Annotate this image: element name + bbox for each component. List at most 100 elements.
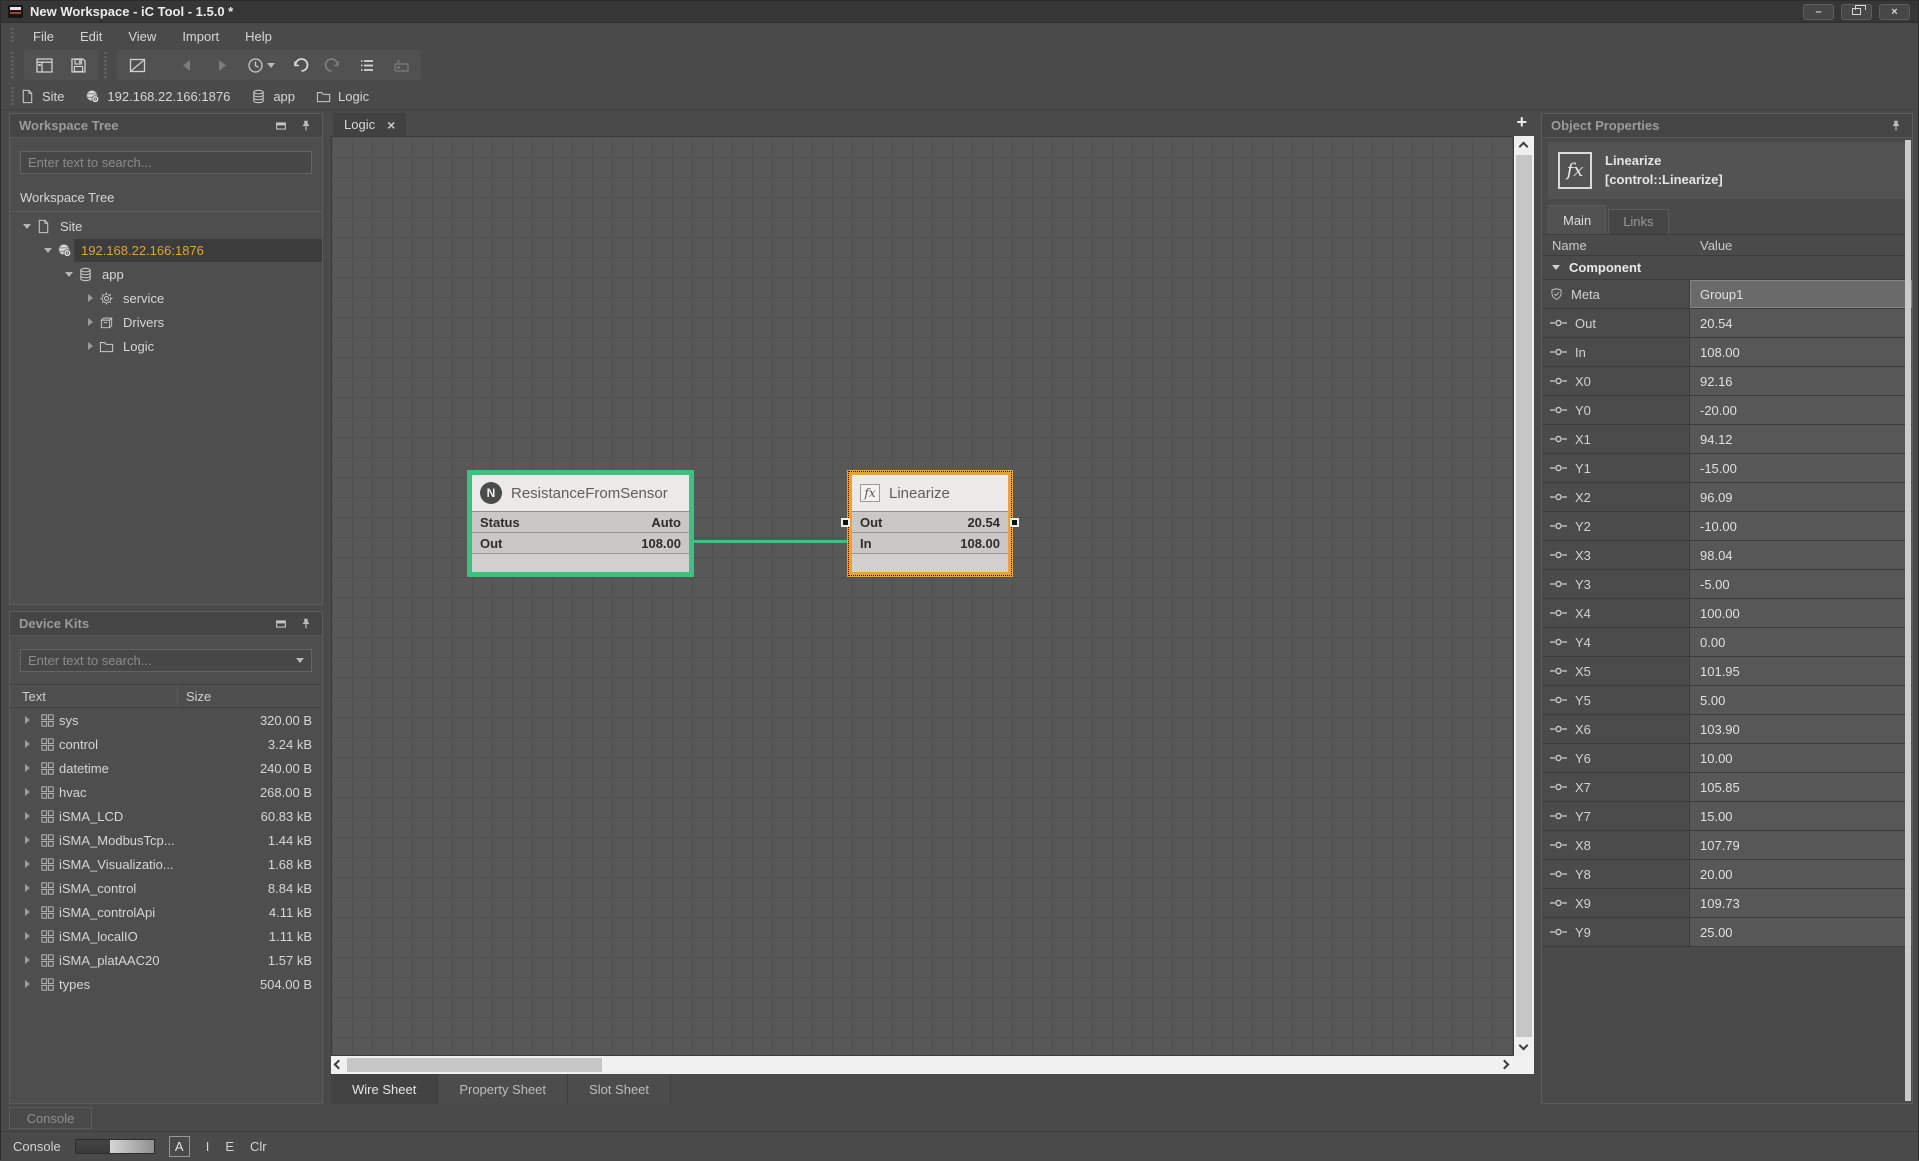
property-value[interactable]: 98.04 <box>1690 541 1912 569</box>
node-slot-row[interactable]: Out 20.54 <box>852 512 1008 533</box>
scroll-up-icon[interactable] <box>1519 142 1529 152</box>
breadcrumb-item[interactable]: Site <box>20 89 64 104</box>
scrollbar-thumb[interactable] <box>347 1058 602 1072</box>
kit-row[interactable]: iSMA_platAAC20 1.57 kB <box>10 948 322 972</box>
console-tab[interactable]: Console <box>9 1107 92 1129</box>
property-value[interactable]: 0.00 <box>1690 628 1912 656</box>
sheet-tab[interactable]: Property Sheet <box>438 1074 568 1104</box>
property-value[interactable]: 94.12 <box>1690 425 1912 453</box>
tree-expand-arrow[interactable] <box>81 318 99 326</box>
property-value[interactable]: -15.00 <box>1690 454 1912 482</box>
toolbar-grip[interactable] <box>104 52 107 78</box>
property-row[interactable]: X9 109.73 <box>1542 889 1912 918</box>
properties-scrollbar[interactable] <box>1905 140 1911 1101</box>
property-value[interactable]: 105.85 <box>1690 773 1912 801</box>
node-slot-row[interactable]: Status Auto <box>472 512 689 533</box>
kit-expand-arrow[interactable] <box>18 812 36 820</box>
kit-row[interactable]: iSMA_LCD 60.83 kB <box>10 804 322 828</box>
tab-close-icon[interactable]: × <box>387 118 395 132</box>
console-info-button[interactable]: I <box>206 1139 210 1154</box>
kit-row[interactable]: iSMA_ModbusTcp... 1.44 kB <box>10 828 322 852</box>
vertical-scrollbar[interactable] <box>1514 136 1534 1056</box>
property-row[interactable]: X8 107.79 <box>1542 831 1912 860</box>
property-value[interactable]: 25.00 <box>1690 918 1912 946</box>
tree-expand-arrow[interactable] <box>81 294 99 302</box>
kit-expand-arrow[interactable] <box>18 956 36 964</box>
property-row[interactable]: Y8 20.00 <box>1542 860 1912 889</box>
minimize-button[interactable]: – <box>1803 4 1834 20</box>
menu-item[interactable]: Edit <box>67 26 115 47</box>
node-handle-right[interactable] <box>1010 518 1019 527</box>
property-value[interactable]: 92.16 <box>1690 367 1912 395</box>
kit-expand-arrow[interactable] <box>18 860 36 868</box>
kit-expand-arrow[interactable] <box>18 980 36 988</box>
tree-item[interactable]: Site <box>10 214 322 238</box>
property-value[interactable]: 107.79 <box>1690 831 1912 859</box>
node-slot-row[interactable]: In 108.00 <box>852 533 1008 554</box>
tree-item[interactable]: 192.168.22.166:1876 <box>10 238 322 262</box>
kit-row[interactable]: iSMA_control 8.84 kB <box>10 876 322 900</box>
workspace-search-input[interactable] <box>28 155 304 170</box>
pin-icon[interactable] <box>1889 119 1903 133</box>
property-row[interactable]: Y5 5.00 <box>1542 686 1912 715</box>
property-value[interactable]: 5.00 <box>1690 686 1912 714</box>
property-row[interactable]: Out 20.54 <box>1542 309 1912 338</box>
property-row[interactable]: X6 103.90 <box>1542 715 1912 744</box>
pin-icon[interactable] <box>299 617 313 631</box>
minimize-panel-icon[interactable] <box>274 617 288 631</box>
wire-sheet-button[interactable] <box>126 54 148 76</box>
column-size[interactable]: Size <box>178 689 211 704</box>
scroll-right-icon[interactable] <box>1500 1060 1510 1070</box>
node-header[interactable]: N ResistanceFromSensor <box>472 475 689 512</box>
node-resistancefromsensor[interactable]: N ResistanceFromSensor Status Auto Out 1… <box>467 470 694 577</box>
property-row[interactable]: X0 92.16 <box>1542 367 1912 396</box>
kit-expand-arrow[interactable] <box>18 932 36 940</box>
pin-icon[interactable] <box>299 119 313 133</box>
property-row[interactable]: Y6 10.00 <box>1542 744 1912 773</box>
property-value[interactable]: 10.00 <box>1690 744 1912 772</box>
property-row[interactable]: Y0 -20.00 <box>1542 396 1912 425</box>
property-value[interactable]: 109.73 <box>1690 889 1912 917</box>
property-row[interactable]: X4 100.00 <box>1542 599 1912 628</box>
restore-button[interactable] <box>1841 4 1872 20</box>
property-value[interactable]: Group1 <box>1690 280 1912 308</box>
kit-row[interactable]: types 504.00 B <box>10 972 322 996</box>
device-button[interactable] <box>390 54 412 76</box>
kit-expand-arrow[interactable] <box>18 836 36 844</box>
kit-expand-arrow[interactable] <box>18 716 36 724</box>
kit-expand-arrow[interactable] <box>18 740 36 748</box>
scrollbar-thumb[interactable] <box>1516 155 1532 1037</box>
property-value[interactable]: 20.54 <box>1690 309 1912 337</box>
kit-row[interactable]: sys 320.00 B <box>10 708 322 732</box>
close-button[interactable]: × <box>1879 4 1910 20</box>
kit-row[interactable]: datetime 240.00 B <box>10 756 322 780</box>
property-value[interactable]: 101.95 <box>1690 657 1912 685</box>
property-value[interactable]: -10.00 <box>1690 512 1912 540</box>
kit-expand-arrow[interactable] <box>18 788 36 796</box>
history-dropdown-button[interactable] <box>244 54 276 76</box>
property-row[interactable]: X1 94.12 <box>1542 425 1912 454</box>
chevron-down-icon[interactable] <box>296 658 304 663</box>
kit-expand-arrow[interactable] <box>18 884 36 892</box>
component-group-row[interactable]: Component <box>1542 256 1912 280</box>
property-row[interactable]: In 108.00 <box>1542 338 1912 367</box>
kit-row[interactable]: iSMA_controlApi 4.11 kB <box>10 900 322 924</box>
property-value[interactable]: 20.00 <box>1690 860 1912 888</box>
tree-item[interactable]: service <box>10 286 322 310</box>
menu-item[interactable]: View <box>115 26 169 47</box>
property-row[interactable]: X3 98.04 <box>1542 541 1912 570</box>
property-value[interactable]: 96.09 <box>1690 483 1912 511</box>
property-row[interactable]: X7 105.85 <box>1542 773 1912 802</box>
column-text[interactable]: Text <box>10 685 178 707</box>
tree-expand-arrow[interactable] <box>39 248 57 253</box>
node-handle-left[interactable] <box>841 518 850 527</box>
properties-tab[interactable]: Links <box>1608 209 1668 234</box>
property-row[interactable]: Y3 -5.00 <box>1542 570 1912 599</box>
console-level-meter[interactable] <box>75 1139 155 1154</box>
scroll-down-icon[interactable] <box>1519 1041 1529 1051</box>
column-name[interactable]: Name <box>1542 238 1690 253</box>
property-value[interactable]: 103.90 <box>1690 715 1912 743</box>
tab-logic[interactable]: Logic × <box>333 113 406 136</box>
sheet-tab[interactable]: Slot Sheet <box>568 1074 671 1104</box>
add-tab-button[interactable]: + <box>1516 112 1527 133</box>
